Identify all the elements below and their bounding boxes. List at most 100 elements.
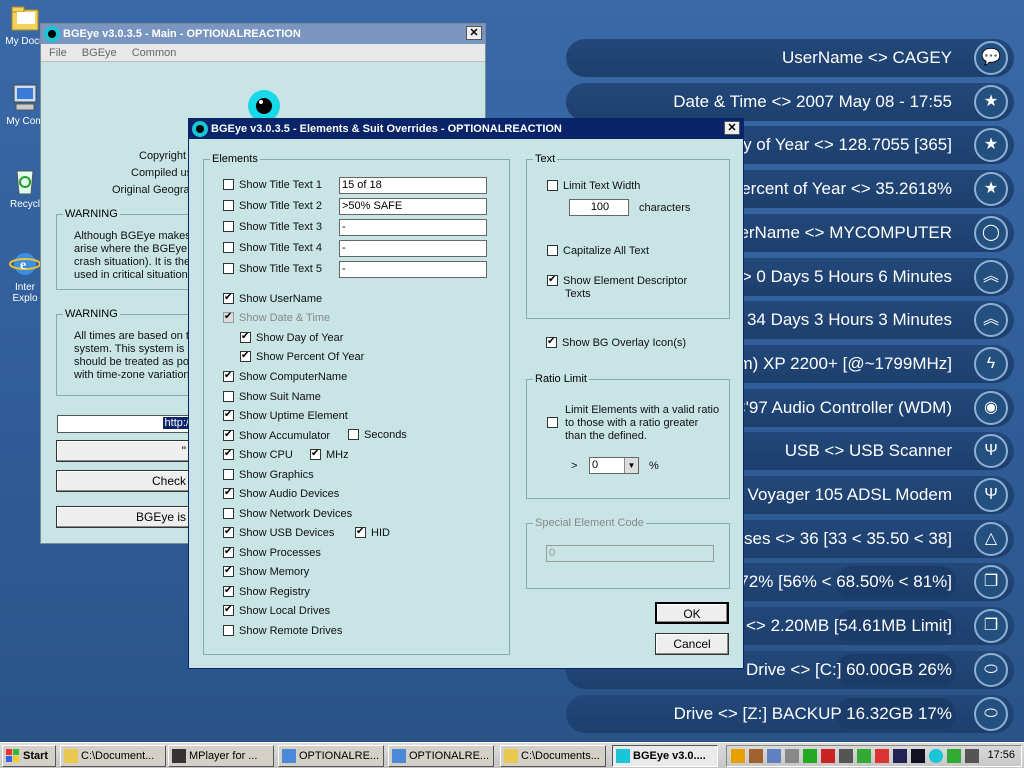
- dialog-titlebar[interactable]: BGEye v3.0.3.5 - Elements & Suit Overrid…: [189, 119, 743, 139]
- ratio-select[interactable]: 0 ▼: [589, 457, 639, 474]
- bgeye-app-icon: [44, 26, 60, 42]
- taskbar-button[interactable]: BGEye v3.0....: [612, 745, 718, 767]
- speech-bubble-icon: 💬: [974, 41, 1008, 75]
- element-checkbox[interactable]: Show Registry: [223, 584, 310, 600]
- bgeye-tray-icon[interactable]: [929, 749, 943, 763]
- menu-bgeye[interactable]: BGEye: [82, 47, 117, 59]
- hid-checkbox[interactable]: HID: [355, 525, 390, 541]
- mhz-checkbox[interactable]: MHz: [310, 447, 349, 463]
- dialog-title: BGEye v3.0.3.5 - Elements & Suit Overrid…: [211, 123, 562, 135]
- element-checkbox[interactable]: Show Local Drives: [223, 603, 330, 619]
- taskbar-button[interactable]: C:\Documents...: [500, 745, 606, 767]
- show-title-text-checkbox[interactable]: Show Title Text 5: [223, 263, 322, 277]
- element-checkbox[interactable]: Show Network Devices: [223, 507, 352, 522]
- taskbar-app-icon: [64, 749, 78, 763]
- special-code-group: Special Element Code 0: [526, 517, 730, 589]
- tray-icon[interactable]: [911, 749, 925, 763]
- element-checkbox[interactable]: Show Remote Drives: [223, 624, 342, 639]
- element-checkbox[interactable]: Show Accumulator: [223, 428, 330, 444]
- dropdown-arrow-icon[interactable]: ▼: [624, 458, 638, 473]
- element-checkbox[interactable]: Show Memory: [223, 564, 309, 580]
- stat-text: ay of Year <> 128.7055 [365]: [733, 135, 952, 155]
- taskbar-button[interactable]: C:\Document...: [60, 745, 166, 767]
- title-text-input[interactable]: -: [339, 240, 487, 257]
- show-title-text-checkbox[interactable]: Show Title Text 4: [223, 242, 322, 256]
- url-field[interactable]: http:/: [57, 415, 192, 433]
- taskbar-button-label: OPTIONALRE...: [299, 750, 380, 762]
- title-text-input[interactable]: -: [339, 261, 487, 278]
- element-checkbox[interactable]: Show Audio Devices: [223, 486, 339, 502]
- limit-text-width-checkbox[interactable]: Limit Text Width: [547, 180, 640, 194]
- ok-button[interactable]: OK: [655, 602, 729, 624]
- tray-icon[interactable]: [803, 749, 817, 763]
- main-window-titlebar[interactable]: BGEye v3.0.3.5 - Main - OPTIONALREACTION…: [41, 24, 485, 44]
- tray-icon[interactable]: [785, 749, 799, 763]
- show-title-text-checkbox[interactable]: Show Title Text 1: [223, 179, 322, 193]
- tray-icon[interactable]: [857, 749, 871, 763]
- taskbar-app-icon: [282, 749, 296, 763]
- show-bg-overlay-checkbox[interactable]: Show BG Overlay Icon(s): [546, 335, 686, 351]
- url-link[interactable]: http:/: [162, 417, 191, 429]
- network-tray-icon[interactable]: [767, 749, 781, 763]
- show-title-text-checkbox[interactable]: Show Title Text 3: [223, 221, 322, 235]
- element-checkbox[interactable]: Show Graphics: [223, 468, 314, 483]
- show-title-text-checkbox[interactable]: Show Title Text 2: [223, 200, 322, 214]
- element-checkbox[interactable]: Show Suit Name: [223, 390, 321, 405]
- taskbar-button[interactable]: OPTIONALRE...: [278, 745, 384, 767]
- check-button[interactable]: Check: [56, 470, 191, 492]
- taskbar-button[interactable]: MPlayer for ...: [168, 745, 274, 767]
- filezilla-tray-icon[interactable]: [731, 749, 745, 763]
- taskbar-button[interactable]: OPTIONALRE...: [388, 745, 494, 767]
- stat-text: T Voyager 105 ADSL Modem: [732, 485, 952, 504]
- element-checkbox[interactable]: Show Uptime Element: [223, 408, 348, 424]
- bgeye-is-button[interactable]: BGEye is: [56, 506, 191, 528]
- element-checkbox[interactable]: Show Processes: [223, 545, 321, 561]
- warning-text: with time-zone variations: [74, 369, 196, 381]
- element-checkbox[interactable]: Show USB Devices: [223, 525, 334, 541]
- warning-text: crash situation). It is ther: [74, 256, 194, 268]
- ratio-text: to those with a ratio greater: [565, 417, 699, 429]
- tray-icon[interactable]: [875, 749, 889, 763]
- title-text-input[interactable]: -: [339, 219, 487, 236]
- star-icon: ★: [974, 172, 1008, 207]
- close-button[interactable]: ✕: [724, 121, 740, 135]
- warning-text: system. This system is p: [74, 343, 194, 355]
- show-day-of-year-checkbox[interactable]: Show Day of Year: [240, 330, 343, 346]
- ratio-limit-checkbox[interactable]: [547, 404, 563, 428]
- cancel-button[interactable]: Cancel: [655, 633, 729, 655]
- clock[interactable]: 17:56: [987, 749, 1015, 761]
- tray-icon[interactable]: [947, 749, 961, 763]
- start-label: Start: [23, 750, 49, 762]
- warning-text: used in critical situations: [74, 269, 194, 281]
- menu-file[interactable]: File: [49, 47, 67, 59]
- copyright-text: Copyright: [139, 150, 187, 162]
- capitalize-checkbox[interactable]: Capitalize All Text: [547, 245, 649, 259]
- tray-icon[interactable]: [749, 749, 763, 763]
- text-width-input[interactable]: 100: [569, 199, 629, 216]
- title-text-input[interactable]: >50% SAFE: [339, 198, 487, 215]
- ratio-limit-group: Ratio Limit Limit Elements with a valid …: [526, 373, 730, 499]
- show-username-checkbox[interactable]: Show UserName: [223, 291, 322, 307]
- seconds-checkbox[interactable]: Seconds: [348, 429, 407, 443]
- element-checkbox[interactable]: Show ComputerName: [223, 369, 347, 385]
- start-button[interactable]: Start: [2, 745, 56, 767]
- star-icon: ★: [974, 84, 1008, 119]
- tray-icon[interactable]: [821, 749, 835, 763]
- element-checkbox[interactable]: Show CPU: [223, 447, 293, 463]
- warning-label: WARNING: [63, 208, 120, 220]
- computer-icon: [8, 82, 42, 114]
- main-button-1[interactable]: ": [56, 440, 191, 462]
- stat-text: <> 0 Days 5 Hours 6 Minutes: [731, 266, 952, 286]
- show-descriptor-checkbox[interactable]: Show Element Descriptor: [547, 273, 687, 289]
- menu-common[interactable]: Common: [132, 47, 177, 59]
- title-text-input[interactable]: 15 of 18: [339, 177, 487, 194]
- close-button[interactable]: ✕: [466, 26, 482, 40]
- tray-icon[interactable]: [839, 749, 853, 763]
- show-percent-of-year-checkbox[interactable]: Show Percent Of Year: [240, 349, 364, 365]
- disc-icon: ◉: [974, 390, 1008, 425]
- characters-label: characters: [639, 202, 691, 214]
- volume-icon[interactable]: [965, 749, 979, 763]
- help-tray-icon[interactable]: [893, 749, 907, 763]
- lightning-icon: ϟ: [974, 346, 1008, 381]
- usb-icon: Ψ: [974, 434, 1008, 469]
